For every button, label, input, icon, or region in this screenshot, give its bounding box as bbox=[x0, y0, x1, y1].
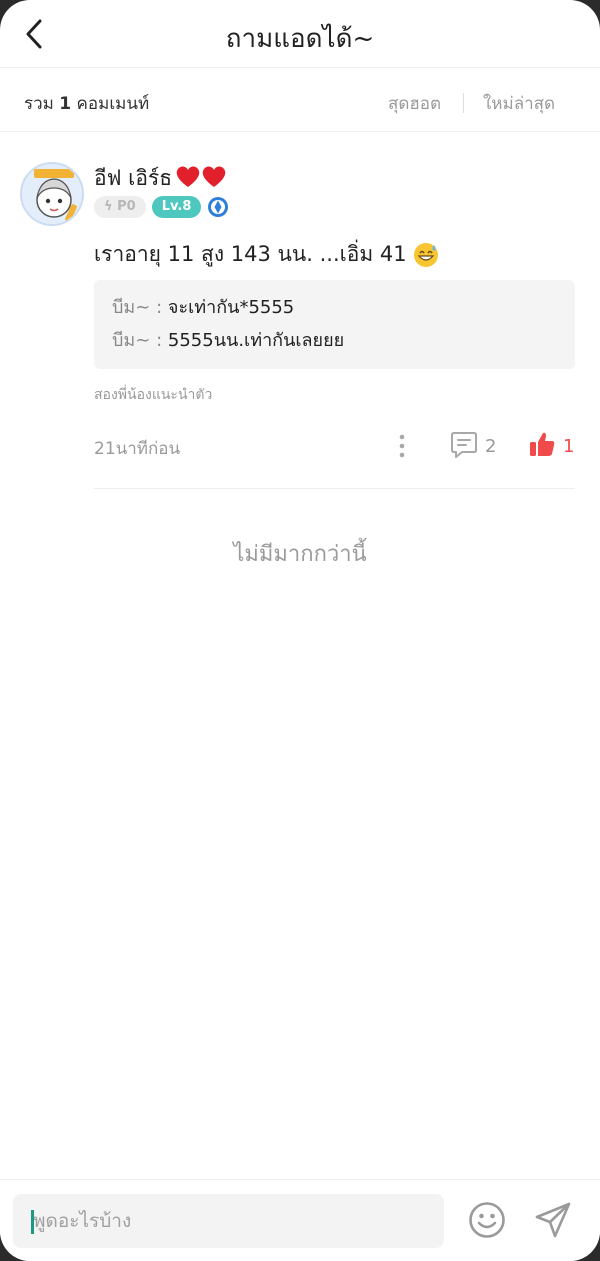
bolt-icon: ϟ bbox=[104, 199, 118, 214]
more-vertical-icon[interactable] bbox=[394, 432, 410, 460]
reply-count: 2 bbox=[485, 436, 497, 457]
comment-divider bbox=[94, 488, 575, 489]
medal-icon bbox=[208, 197, 229, 217]
send-icon[interactable] bbox=[533, 1200, 573, 1240]
comment-icon[interactable] bbox=[450, 430, 478, 460]
comment-time: 21นาทีก่อน bbox=[94, 439, 181, 459]
username[interactable]: อีฟ เอิร์ธ bbox=[94, 162, 172, 195]
comment-count: รวม 1 คอมเมนท์ bbox=[24, 90, 149, 117]
comment-text: เราอายุ 11 สูง 143 นน. ...เอิ่ม 41 bbox=[94, 242, 407, 266]
count-prefix: รวม bbox=[24, 94, 54, 114]
sort-divider bbox=[463, 93, 464, 113]
avatar[interactable] bbox=[20, 162, 84, 226]
page-title: ถามแอดได้~ bbox=[225, 24, 375, 54]
level-badge: Lv.8 bbox=[151, 196, 202, 218]
sort-hot-tab[interactable]: สุดฮอต bbox=[388, 90, 441, 117]
user-signature: สองพี่น้องแนะนำตัว bbox=[94, 387, 213, 403]
avatar-image bbox=[22, 164, 82, 224]
no-more-text: ไม่มีมากกว่านี้ bbox=[233, 542, 367, 567]
count-suffix: คอมเมนท์ bbox=[76, 94, 150, 114]
comment-input[interactable] bbox=[13, 1194, 444, 1248]
screen: ถามแอดได้~ รวม 1 คอมเมนท์ สุดฮอต ใหม่ล่า… bbox=[0, 0, 600, 1261]
reply-text: 5555นน.เท่ากันเลยยย bbox=[167, 330, 345, 351]
grinning-sweat-emoji-icon bbox=[413, 242, 438, 267]
sort-bar: รวม 1 คอมเมนท์ สุดฮอต ใหม่ล่าสุด bbox=[0, 69, 600, 132]
points-badge-label: P0 bbox=[117, 199, 136, 214]
text-cursor bbox=[31, 1210, 34, 1234]
reply-item[interactable]: บีม~ : 5555นน.เท่ากันเลยยย bbox=[112, 327, 575, 360]
sort-new-tab[interactable]: ใหม่ล่าสุด bbox=[483, 90, 555, 117]
points-badge: ϟ P0 bbox=[94, 196, 146, 218]
smiley-icon[interactable] bbox=[467, 1200, 507, 1240]
thumbs-up-icon[interactable] bbox=[528, 430, 556, 458]
reply-author: บีม~ : bbox=[112, 330, 163, 351]
header-bar: ถามแอดได้~ bbox=[0, 0, 600, 68]
reply-author: บีม~ : bbox=[112, 297, 163, 318]
user-badges: ϟ P0 Lv.8 bbox=[94, 196, 229, 218]
comment-body: เราอายุ 11 สูง 143 นน. ...เอิ่ม 41 bbox=[94, 238, 439, 271]
reply-text: จะเท่ากัน*5555 bbox=[167, 297, 295, 318]
reply-item[interactable]: บีม~ : จะเท่ากัน*5555 bbox=[112, 294, 575, 327]
count-value: 1 bbox=[59, 94, 72, 114]
like-count: 1 bbox=[563, 436, 575, 457]
reply-preview-box[interactable]: บีม~ : จะเท่ากัน*5555 บีม~ : 5555นน.เท่า… bbox=[94, 280, 575, 369]
heart-icon bbox=[176, 166, 226, 187]
comment-input-bar bbox=[0, 1179, 600, 1261]
